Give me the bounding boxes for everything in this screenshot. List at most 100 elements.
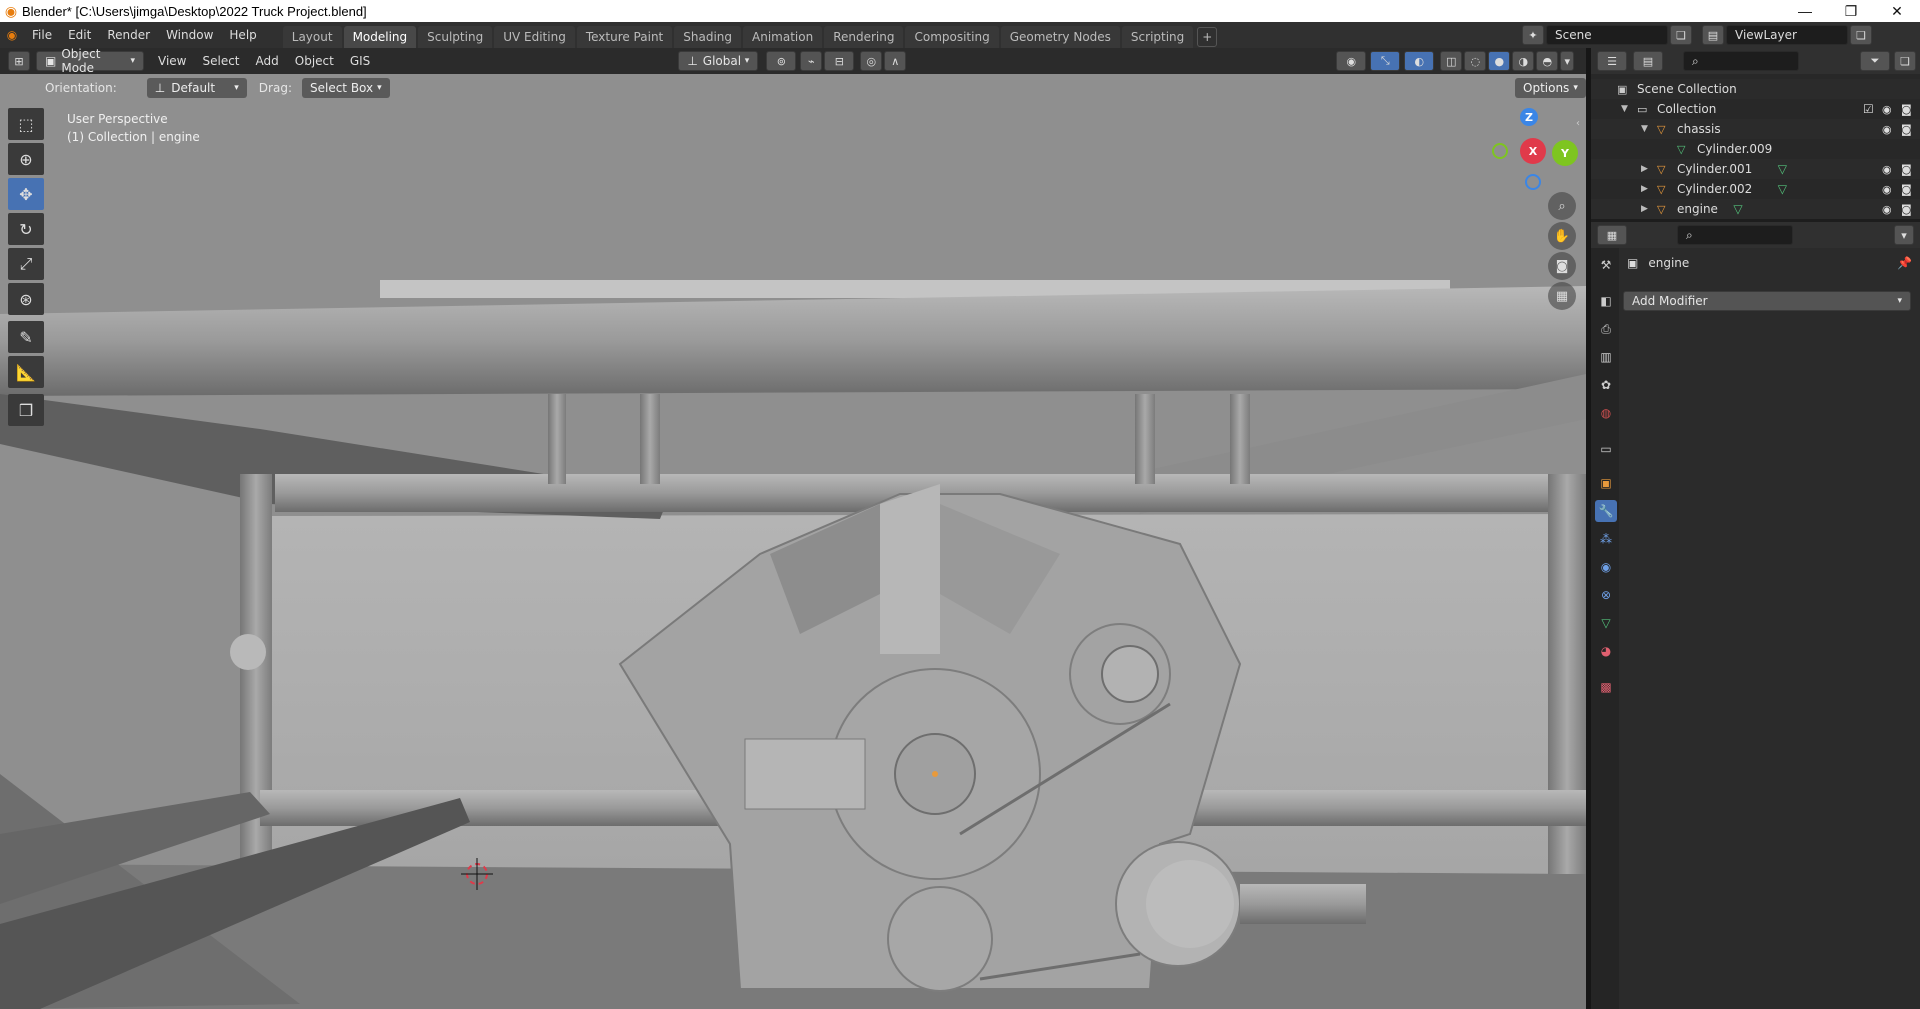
visibility-eye-icon[interactable]: ◉ — [1882, 203, 1892, 216]
render-camera-icon[interactable]: ◙ — [1901, 123, 1912, 136]
tab-layout[interactable]: Layout — [282, 26, 342, 48]
outliner-editor-type-icon[interactable]: ☰ — [1597, 51, 1627, 71]
visibility-eye-icon[interactable]: ◉ — [1882, 183, 1892, 196]
add-cube-tool-icon[interactable]: ❒ — [8, 394, 44, 426]
visibility-eye-icon[interactable]: ◉ — [1882, 163, 1892, 176]
shading-options-icon[interactable]: ▾ — [1560, 51, 1575, 71]
view-layer-icon[interactable]: ▤ — [1702, 25, 1724, 45]
tab-scripting[interactable]: Scripting — [1121, 26, 1194, 48]
pin-icon[interactable]: 📌 — [1897, 256, 1912, 270]
menu-window[interactable]: Window — [158, 22, 221, 48]
transform-orientation-selector[interactable]: ⊥ Global ▾ — [678, 51, 759, 71]
view-layer-selector[interactable]: ViewLayer — [1726, 25, 1848, 45]
scale-tool-icon[interactable]: ⤢ — [8, 248, 44, 280]
move-tool-icon[interactable]: ✥ — [8, 178, 44, 210]
gizmo-toggle-icon[interactable]: ⤡ — [1370, 51, 1401, 71]
tool-properties-tab-icon[interactable]: ⚒ — [1595, 254, 1617, 276]
snap-icon[interactable]: ⌁ — [800, 51, 823, 71]
properties-editor-type-icon[interactable]: ▦ — [1597, 225, 1627, 245]
physics-tab-icon[interactable]: ◉ — [1595, 556, 1617, 578]
sidebar-toggle-icon[interactable]: ‹ — [1576, 118, 1580, 129]
menu-select[interactable]: Select — [194, 48, 247, 74]
close-button[interactable]: ✕ — [1874, 0, 1920, 22]
new-scene-icon[interactable]: ❏ — [1670, 25, 1692, 45]
view-layer-tab-icon[interactable]: ▥ — [1595, 346, 1617, 368]
falloff-icon[interactable]: ∧ — [884, 51, 907, 71]
scene-icon[interactable]: ✦ — [1522, 25, 1544, 45]
rotate-tool-icon[interactable]: ↻ — [8, 213, 44, 245]
render-properties-tab-icon[interactable]: ◧ — [1595, 290, 1617, 312]
properties-search-input[interactable]: ⌕ — [1677, 225, 1793, 245]
solid-shading-icon[interactable]: ● — [1488, 51, 1511, 71]
zoom-icon[interactable]: ⌕ — [1548, 192, 1576, 220]
outliner-row[interactable]: ▣ Scene Collection — [1591, 79, 1920, 99]
tab-geometry-nodes[interactable]: Geometry Nodes — [1000, 26, 1120, 48]
overlays-toggle-icon[interactable]: ◐ — [1404, 51, 1435, 71]
display-mode-icon[interactable]: ▤ — [1633, 51, 1663, 71]
add-workspace-button[interactable]: + — [1197, 27, 1218, 47]
visibility-eye-icon[interactable]: ◉ — [1882, 103, 1892, 116]
axis-neg-y-gizmo[interactable] — [1492, 143, 1508, 159]
tab-texture-paint[interactable]: Texture Paint — [576, 26, 673, 48]
filter-icon[interactable]: ⏷ — [1860, 51, 1890, 71]
3d-viewport[interactable] — [0, 74, 1586, 1009]
scene-selector[interactable]: Scene — [1546, 25, 1668, 45]
new-view-layer-icon[interactable]: ❏ — [1850, 25, 1872, 45]
mode-selector[interactable]: ▣ Object Mode ▾ — [36, 47, 144, 75]
material-shading-icon[interactable]: ◑ — [1512, 51, 1535, 71]
expand-arrow-icon[interactable]: ▼ — [1621, 104, 1628, 114]
outliner-row[interactable]: ▽ Cylinder.009 — [1591, 139, 1920, 159]
axis-neg-z-gizmo[interactable] — [1525, 174, 1541, 190]
expand-arrow-icon[interactable]: ▼ — [1641, 124, 1648, 134]
collection-properties-tab-icon[interactable]: ▭ — [1595, 438, 1617, 460]
menu-help[interactable]: Help — [221, 22, 264, 48]
render-camera-icon[interactable]: ◙ — [1901, 163, 1912, 176]
axis-x-gizmo[interactable]: X — [1520, 138, 1546, 164]
camera-view-icon[interactable]: ◙ — [1548, 252, 1576, 280]
outliner-row[interactable]: ▼ ▽ chassis ◉ ◙ — [1591, 119, 1920, 139]
object-properties-tab-icon[interactable]: ▣ — [1595, 472, 1617, 494]
render-camera-icon[interactable]: ◙ — [1901, 103, 1912, 116]
minimize-button[interactable]: — — [1782, 0, 1828, 22]
menu-edit[interactable]: Edit — [60, 22, 99, 48]
maximize-button[interactable]: ❐ — [1828, 0, 1874, 22]
outliner-row[interactable]: ▶ ▽ Cylinder.002 ▽ ◉ ◙ — [1591, 179, 1920, 199]
pivot-point-icon[interactable]: ⊚ — [766, 51, 797, 71]
tab-sculpting[interactable]: Sculpting — [418, 26, 493, 48]
menu-file[interactable]: File — [24, 22, 60, 48]
collapse-arrow-icon[interactable]: ▶ — [1641, 184, 1648, 194]
render-camera-icon[interactable]: ◙ — [1901, 203, 1912, 216]
exclude-checkbox[interactable]: ☑ — [1863, 102, 1874, 116]
collapse-arrow-icon[interactable]: ▶ — [1641, 164, 1648, 174]
particles-tab-icon[interactable]: ⁂ — [1595, 528, 1617, 550]
editor-type-icon[interactable]: ⊞ — [8, 51, 30, 71]
tab-shading[interactable]: Shading — [674, 26, 741, 48]
axis-z-gizmo[interactable]: Z — [1520, 108, 1538, 126]
world-properties-tab-icon[interactable]: ◍ — [1595, 402, 1617, 424]
constraints-tab-icon[interactable]: ⊗ — [1595, 584, 1617, 606]
tab-modeling[interactable]: Modeling — [343, 26, 417, 48]
tab-compositing[interactable]: Compositing — [905, 26, 999, 48]
wireframe-shading-icon[interactable]: ◌ — [1464, 51, 1487, 71]
tab-uv-editing[interactable]: UV Editing — [494, 26, 575, 48]
measure-tool-icon[interactable]: 📐 — [8, 356, 44, 388]
annotate-tool-icon[interactable]: ✎ — [8, 321, 44, 353]
visibility-icon[interactable]: ◉ — [1336, 51, 1367, 71]
snap-target-icon[interactable]: ⊟ — [824, 51, 855, 71]
texture-properties-tab-icon[interactable]: ▩ — [1595, 676, 1617, 698]
outliner-search-input[interactable]: ⌕ — [1683, 51, 1799, 71]
proportional-edit-icon[interactable]: ◎ — [860, 51, 883, 71]
tab-animation[interactable]: Animation — [743, 26, 823, 48]
outliner-row[interactable]: ▼ ▭ Collection ☑ ◉ ◙ — [1591, 99, 1920, 119]
ortho-toggle-icon[interactable]: ▦ — [1548, 282, 1576, 310]
blender-menu-icon[interactable]: ◉ — [0, 28, 24, 42]
collapse-arrow-icon[interactable]: ▶ — [1641, 204, 1648, 214]
menu-object[interactable]: Object — [287, 48, 342, 74]
outliner-row[interactable]: ▶ ▽ Cylinder.001 ▽ ◉ ◙ — [1591, 159, 1920, 179]
rendered-shading-icon[interactable]: ◓ — [1536, 51, 1559, 71]
outliner-row[interactable]: ▶ ▽ engine ▽ ◉ ◙ — [1591, 199, 1920, 219]
material-properties-tab-icon[interactable]: ◕ — [1595, 640, 1617, 662]
cursor-tool-icon[interactable]: ⊕ — [8, 143, 44, 175]
output-properties-tab-icon[interactable]: ⎙ — [1595, 318, 1617, 340]
properties-options-icon[interactable]: ▾ — [1894, 225, 1914, 245]
